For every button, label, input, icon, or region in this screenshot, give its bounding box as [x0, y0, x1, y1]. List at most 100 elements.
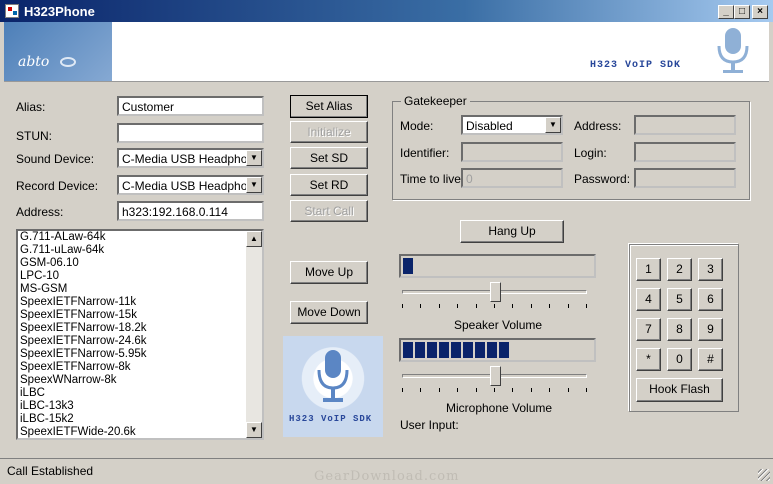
keypad-key-star[interactable]: *: [636, 348, 661, 371]
slider-tick: [475, 304, 477, 308]
gk-address-field[interactable]: [634, 115, 736, 135]
microphone-volume-slider[interactable]: [489, 366, 501, 386]
chevron-down-icon[interactable]: ▼: [246, 150, 262, 166]
codec-list-item[interactable]: iLBC-15k2: [20, 413, 262, 426]
slider-tick: [457, 304, 459, 308]
maximize-button[interactable]: □: [734, 5, 750, 19]
chevron-down-icon[interactable]: ▼: [246, 177, 262, 193]
level-block: [463, 342, 473, 358]
scroll-down-icon[interactable]: ▼: [246, 422, 262, 438]
slider-tick: [567, 304, 569, 308]
keypad-key-4[interactable]: 4: [636, 288, 661, 311]
hang-up-button[interactable]: Hang Up: [460, 220, 564, 243]
keypad-key-8[interactable]: 8: [667, 318, 692, 341]
keypad-key-1[interactable]: 1: [636, 258, 661, 281]
keypad-key-9[interactable]: 9: [698, 318, 723, 341]
codec-list-item[interactable]: SpeexIETFNarrow-5.95k: [20, 348, 262, 361]
codec-list-item[interactable]: G.711-ALaw-64k: [20, 231, 262, 244]
codec-list-item[interactable]: SpeexIETFNarrow-8k: [20, 361, 262, 374]
level-block: [499, 342, 509, 358]
sound-device-select[interactable]: C-Media USB Headphone ▼: [117, 148, 264, 168]
gatekeeper-group: Gatekeeper Mode: Disabled ▼ Identifier: …: [392, 94, 750, 200]
time-to-live-value: 0: [466, 172, 473, 186]
keypad-key-2[interactable]: 2: [667, 258, 692, 281]
slider-tick: [530, 388, 532, 392]
set-rd-button[interactable]: Set RD: [290, 174, 368, 196]
stun-field[interactable]: [117, 123, 264, 143]
set-alias-button[interactable]: Set Alias: [290, 95, 368, 118]
microphone-volume-ticks: [402, 388, 587, 394]
codec-list-item[interactable]: SpeexWNarrow-8k: [20, 374, 262, 387]
scroll-up-icon[interactable]: ▲: [246, 231, 262, 247]
sound-device-label: Sound Device:: [16, 152, 95, 166]
close-button[interactable]: ×: [752, 5, 768, 19]
mode-select[interactable]: Disabled ▼: [461, 115, 563, 135]
login-label: Login:: [574, 146, 607, 160]
slider-tick: [402, 388, 403, 392]
codec-list-item[interactable]: SpeexIETFNarrow-15k: [20, 309, 262, 322]
codec-list-item[interactable]: iLBC: [20, 387, 262, 400]
speaker-volume-slider[interactable]: [489, 282, 501, 302]
sdk-logo-image: H323 VoIP SDK: [283, 336, 383, 437]
codec-list-item[interactable]: MS-GSM: [20, 283, 262, 296]
keypad-key-7[interactable]: 7: [636, 318, 661, 341]
password-field[interactable]: [634, 168, 736, 188]
identifier-label: Identifier:: [400, 146, 450, 160]
move-down-button[interactable]: Move Down: [290, 301, 368, 324]
keypad-key-hash[interactable]: #: [698, 348, 723, 371]
watermark-text: GearDownload.com: [314, 469, 460, 484]
sdk-logo-text: H323 VoIP SDK: [289, 414, 373, 424]
logo-gem-icon: [60, 57, 76, 67]
codec-list-item[interactable]: GSM-06.10: [20, 257, 262, 270]
address-field[interactable]: h323:192.168.0.114: [117, 201, 264, 221]
microphone-level-meter: [399, 338, 596, 362]
level-block: [475, 342, 485, 358]
codec-list-item[interactable]: SpeexIETFNarrow-11k: [20, 296, 262, 309]
slider-tick: [586, 304, 587, 308]
chevron-down-icon[interactable]: ▼: [545, 117, 561, 133]
codec-list-item[interactable]: G.711-uLaw-64k: [20, 244, 262, 257]
slider-tick: [494, 388, 495, 392]
codec-list-item[interactable]: SpeexIETFNarrow-24.6k: [20, 335, 262, 348]
app-icon[interactable]: [5, 4, 19, 18]
codec-list-item[interactable]: LPC-10: [20, 270, 262, 283]
codec-list-item[interactable]: iLBC-13k3: [20, 400, 262, 413]
resize-grip-icon[interactable]: [758, 469, 770, 481]
login-field[interactable]: [634, 142, 736, 162]
start-call-button[interactable]: Start Call: [290, 200, 368, 222]
alias-field[interactable]: Customer: [117, 96, 264, 116]
microphone-icon: [317, 350, 349, 402]
gk-address-label: Address:: [574, 119, 622, 133]
codec-list-item[interactable]: SpeexIETFWide-20.6k: [20, 426, 262, 438]
window-title: H323Phone: [24, 4, 95, 19]
keypad-key-6[interactable]: 6: [698, 288, 723, 311]
keypad-key-5[interactable]: 5: [667, 288, 692, 311]
codec-list-scrollbar[interactable]: ▲ ▼: [246, 231, 262, 438]
title-bar[interactable]: H323Phone _ □ ×: [0, 0, 773, 22]
move-up-button[interactable]: Move Up: [290, 261, 368, 284]
keypad-key-3[interactable]: 3: [698, 258, 723, 281]
speaker-volume-ticks: [402, 304, 587, 310]
banner: abto H323 VoIP SDK: [4, 22, 769, 82]
level-block: [415, 342, 425, 358]
time-to-live-label: Time to live:: [400, 172, 465, 186]
identifier-field[interactable]: [461, 142, 563, 162]
level-block: [403, 258, 413, 274]
speaker-level-meter: [399, 254, 596, 278]
keypad-key-0[interactable]: 0: [667, 348, 692, 371]
mode-value: Disabled: [466, 119, 513, 133]
status-bar: Call Established GearDownload.com: [0, 458, 773, 484]
codec-list[interactable]: G.711-ALaw-64k G.711-uLaw-64k GSM-06.10 LPC…: [16, 229, 264, 440]
minimize-button[interactable]: _: [718, 5, 734, 19]
slider-tick: [494, 304, 495, 308]
address-label: Address:: [16, 205, 64, 219]
password-label: Password:: [574, 172, 631, 186]
record-device-select[interactable]: C-Media USB Headphone ▼: [117, 175, 264, 195]
hook-flash-button[interactable]: Hook Flash: [636, 378, 723, 402]
time-to-live-spinner[interactable]: 0: [461, 168, 563, 188]
slider-tick: [402, 304, 403, 308]
set-sd-button[interactable]: Set SD: [290, 147, 368, 169]
codec-list-item[interactable]: SpeexIETFNarrow-18.2k: [20, 322, 262, 335]
alias-label: Alias:: [16, 100, 46, 114]
initialize-button[interactable]: Initialize: [290, 121, 368, 143]
